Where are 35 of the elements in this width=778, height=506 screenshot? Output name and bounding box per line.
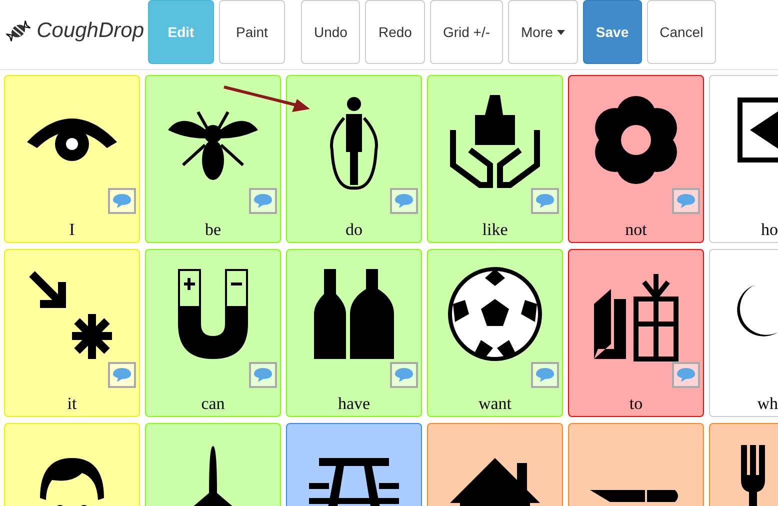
soccer-ball-icon (445, 264, 545, 364)
symbol-label: like (481, 220, 509, 240)
toolbar-button[interactable]: Grid +/- (430, 0, 504, 64)
symbol-button[interactable]: want (427, 249, 563, 417)
paint-mode-button[interactable]: Paint (219, 0, 285, 64)
symbol-button[interactable]: to (568, 249, 704, 417)
toolbar-button[interactable]: Cancel (646, 0, 716, 64)
symbol-label: ho (760, 220, 778, 240)
symbol-label: wh (756, 394, 778, 414)
symbol-label: it (66, 394, 78, 414)
symbol-button[interactable]: have (286, 249, 422, 417)
symbol-button[interactable]: can (145, 249, 281, 417)
symbol-label: have (336, 394, 372, 414)
symbol-button[interactable]: be (145, 75, 281, 243)
symbol-label: be (204, 220, 222, 240)
symbol-button[interactable]: ho (709, 75, 778, 243)
symbol-button[interactable]: I (4, 75, 140, 243)
caret-icon (556, 30, 565, 34)
eye-icon (27, 116, 117, 162)
toolbar-button[interactable]: Undo (301, 0, 360, 64)
toolbar-button[interactable]: Redo (365, 0, 425, 64)
symbol-label: I (68, 220, 76, 240)
symbol-button[interactable]: it (4, 249, 140, 417)
symbol-button[interactable]: do (286, 75, 422, 243)
save-button[interactable]: Save (582, 0, 642, 64)
symbol-label: do (344, 220, 364, 240)
symbol-label: can (200, 394, 226, 414)
symbol-label: to (628, 394, 644, 414)
symbol-button[interactable]: like (427, 75, 563, 243)
symbol-button[interactable]: wh (709, 249, 778, 417)
symbol-label: want (477, 394, 513, 414)
more-dropdown-button[interactable]: More (508, 0, 578, 64)
app-name: CoughDrop (36, 19, 144, 43)
symbol-button[interactable]: not (568, 75, 704, 243)
symbol-label: not (624, 220, 648, 240)
